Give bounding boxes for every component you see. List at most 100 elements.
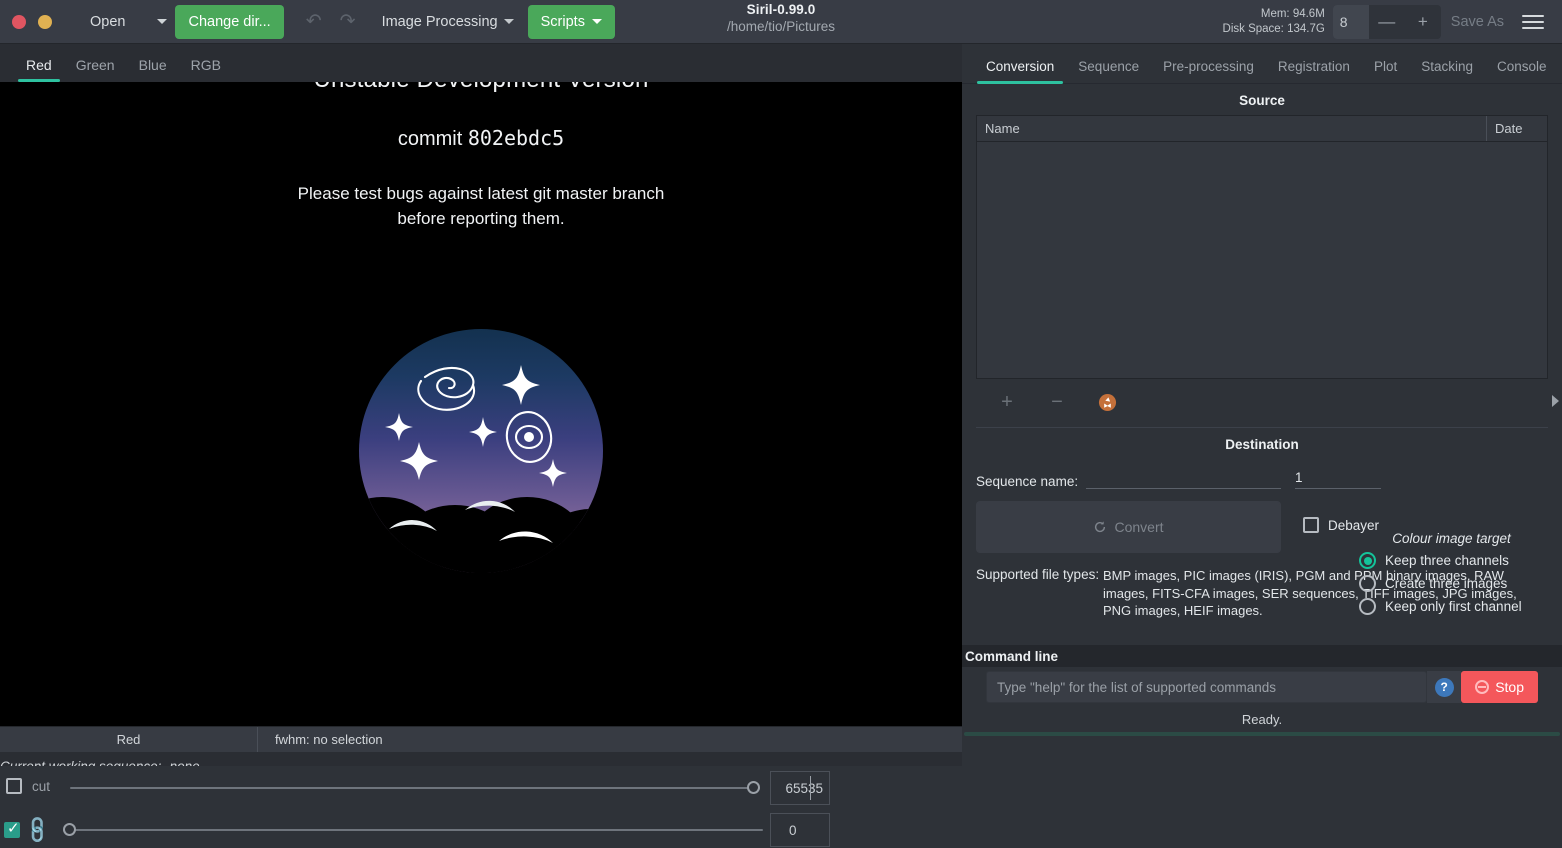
source-file-table[interactable]: Name Date xyxy=(976,115,1548,379)
tab-registration[interactable]: Registration xyxy=(1266,59,1362,83)
radio-create-three-images[interactable]: Create three images xyxy=(1359,575,1544,592)
change-dir-button[interactable]: Change dir... xyxy=(175,5,283,39)
image-status-bar: Red fwhm: no selection xyxy=(0,726,962,752)
open-button-label: Open xyxy=(80,14,135,30)
tool-tab-bar: Conversion Sequence Pre-processing Regis… xyxy=(962,44,1562,84)
source-actions: + − xyxy=(962,379,1562,413)
stop-button[interactable]: Stop xyxy=(1461,671,1538,703)
slider-track xyxy=(70,787,760,789)
undo-redo-group: ↶ ↷ xyxy=(306,12,356,31)
radio-keep-first-channel[interactable]: Keep only first channel xyxy=(1359,598,1544,615)
redo-icon[interactable]: ↷ xyxy=(340,12,356,31)
progress-bar xyxy=(964,732,1560,736)
sequence-name-label: Sequence name: xyxy=(976,474,1086,489)
add-files-button[interactable]: + xyxy=(996,391,1018,413)
debayer-checkbox[interactable] xyxy=(1303,517,1319,533)
radio-icon[interactable] xyxy=(1359,598,1376,615)
low-threshold-slider[interactable] xyxy=(63,823,763,837)
tab-sequence[interactable]: Sequence xyxy=(1066,59,1151,83)
bug-report-line1: Please test bugs against latest git mast… xyxy=(0,181,962,206)
window-controls xyxy=(0,15,52,29)
open-button[interactable]: Open xyxy=(80,5,175,39)
plus-icon: + xyxy=(1001,393,1013,411)
window-close-button[interactable] xyxy=(12,15,26,29)
cut-row[interactable]: cut xyxy=(6,778,50,794)
save-as-button[interactable]: Save As xyxy=(1451,14,1504,30)
image-pane: Red Green Blue RGB Unstable Development … xyxy=(0,44,962,848)
source-table-body[interactable] xyxy=(977,142,1547,378)
undo-icon[interactable]: ↶ xyxy=(306,12,322,31)
hamburger-menu-icon[interactable] xyxy=(1522,15,1544,29)
tab-console[interactable]: Console xyxy=(1485,59,1559,83)
link-checkbox[interactable] xyxy=(4,822,20,838)
thread-count-stepper[interactable]: 8 — + xyxy=(1333,5,1441,39)
commit-hash: 802ebdc5 xyxy=(468,126,564,150)
commit-line: commit 802ebdc5 xyxy=(0,126,962,151)
radio-label: Keep three channels xyxy=(1385,553,1509,568)
radio-label: Keep only first channel xyxy=(1385,599,1522,614)
siril-window: Open Change dir... ↶ ↷ Image Processing … xyxy=(0,0,1562,848)
slider-knob[interactable] xyxy=(747,781,760,794)
clear-list-button[interactable] xyxy=(1096,391,1118,413)
thread-count-value[interactable]: 8 xyxy=(1333,5,1369,39)
low-value-text: 0 xyxy=(789,823,797,838)
tab-conversion[interactable]: Conversion xyxy=(974,59,1066,83)
command-line-title: Command line xyxy=(962,645,1562,667)
tab-plot[interactable]: Plot xyxy=(1362,59,1409,83)
image-canvas[interactable]: Unstable Development Version commit 802e… xyxy=(0,82,962,726)
remove-files-button[interactable]: − xyxy=(1046,391,1068,413)
chevron-right-icon xyxy=(1552,395,1559,407)
supported-label: Supported file types: xyxy=(976,567,1103,620)
radio-label: Create three images xyxy=(1385,576,1507,591)
colour-target-title: Colour image target xyxy=(1359,531,1544,546)
tab-pre-processing[interactable]: Pre-processing xyxy=(1151,59,1266,83)
cut-checkbox[interactable] xyxy=(6,778,22,794)
command-line-row: ? Stop xyxy=(962,671,1562,703)
panel-expander-button[interactable] xyxy=(1548,366,1562,436)
chain-link-icon[interactable]: 🔗 xyxy=(21,813,55,847)
radio-keep-three-channels[interactable]: Keep three channels xyxy=(1359,552,1544,569)
column-header-name[interactable]: Name xyxy=(977,121,1486,136)
scripts-label: Scripts xyxy=(541,14,585,30)
bug-report-note: Please test bugs against latest git mast… xyxy=(0,181,962,231)
start-index-input[interactable] xyxy=(1295,467,1381,489)
stop-label: Stop xyxy=(1495,679,1524,695)
startup-message: Unstable Development Version commit 802e… xyxy=(0,82,962,231)
high-threshold-slider[interactable] xyxy=(70,781,760,795)
chevron-down-icon[interactable] xyxy=(157,19,167,24)
tab-green[interactable]: Green xyxy=(64,57,127,82)
thread-decrement-button[interactable]: — xyxy=(1369,12,1405,32)
low-threshold-value[interactable]: 0 xyxy=(770,813,830,847)
image-processing-label: Image Processing xyxy=(382,14,498,30)
sequence-name-input[interactable] xyxy=(1086,467,1281,489)
column-header-date[interactable]: Date xyxy=(1487,121,1547,136)
high-threshold-value[interactable]: 65535 xyxy=(770,771,830,805)
display-toolbar: cut 🔗 65535 0 Min/Max xyxy=(0,766,1562,848)
tab-blue[interactable]: Blue xyxy=(127,57,179,82)
radio-icon[interactable] xyxy=(1359,552,1376,569)
chevron-down-icon xyxy=(592,19,602,24)
thread-increment-button[interactable]: + xyxy=(1405,12,1441,32)
tab-red[interactable]: Red xyxy=(14,57,64,82)
tab-stacking[interactable]: Stacking xyxy=(1409,59,1485,83)
tab-rgb[interactable]: RGB xyxy=(179,57,233,82)
channel-tab-bar: Red Green Blue RGB xyxy=(0,44,962,82)
help-icon: ? xyxy=(1435,678,1454,697)
radio-icon[interactable] xyxy=(1359,575,1376,592)
window-minimize-button[interactable] xyxy=(38,15,52,29)
chevron-down-icon xyxy=(504,19,514,24)
text-cursor xyxy=(810,776,811,800)
slider-knob[interactable] xyxy=(63,823,76,836)
link-row[interactable]: 🔗 xyxy=(4,818,50,842)
version-warning: Unstable Development Version xyxy=(0,82,962,94)
scripts-button[interactable]: Scripts xyxy=(528,5,615,39)
cut-label: cut xyxy=(32,779,50,794)
command-help-button[interactable]: ? xyxy=(1427,671,1461,703)
commit-prefix: commit xyxy=(398,128,468,150)
convert-button[interactable]: Convert xyxy=(976,501,1281,553)
stop-icon xyxy=(1475,680,1489,694)
command-input[interactable] xyxy=(986,671,1427,703)
image-processing-menu[interactable]: Image Processing xyxy=(382,14,514,30)
resource-info: Mem: 94.6M Disk Space: 134.7G xyxy=(1223,7,1325,37)
status-channel: Red xyxy=(0,727,258,752)
